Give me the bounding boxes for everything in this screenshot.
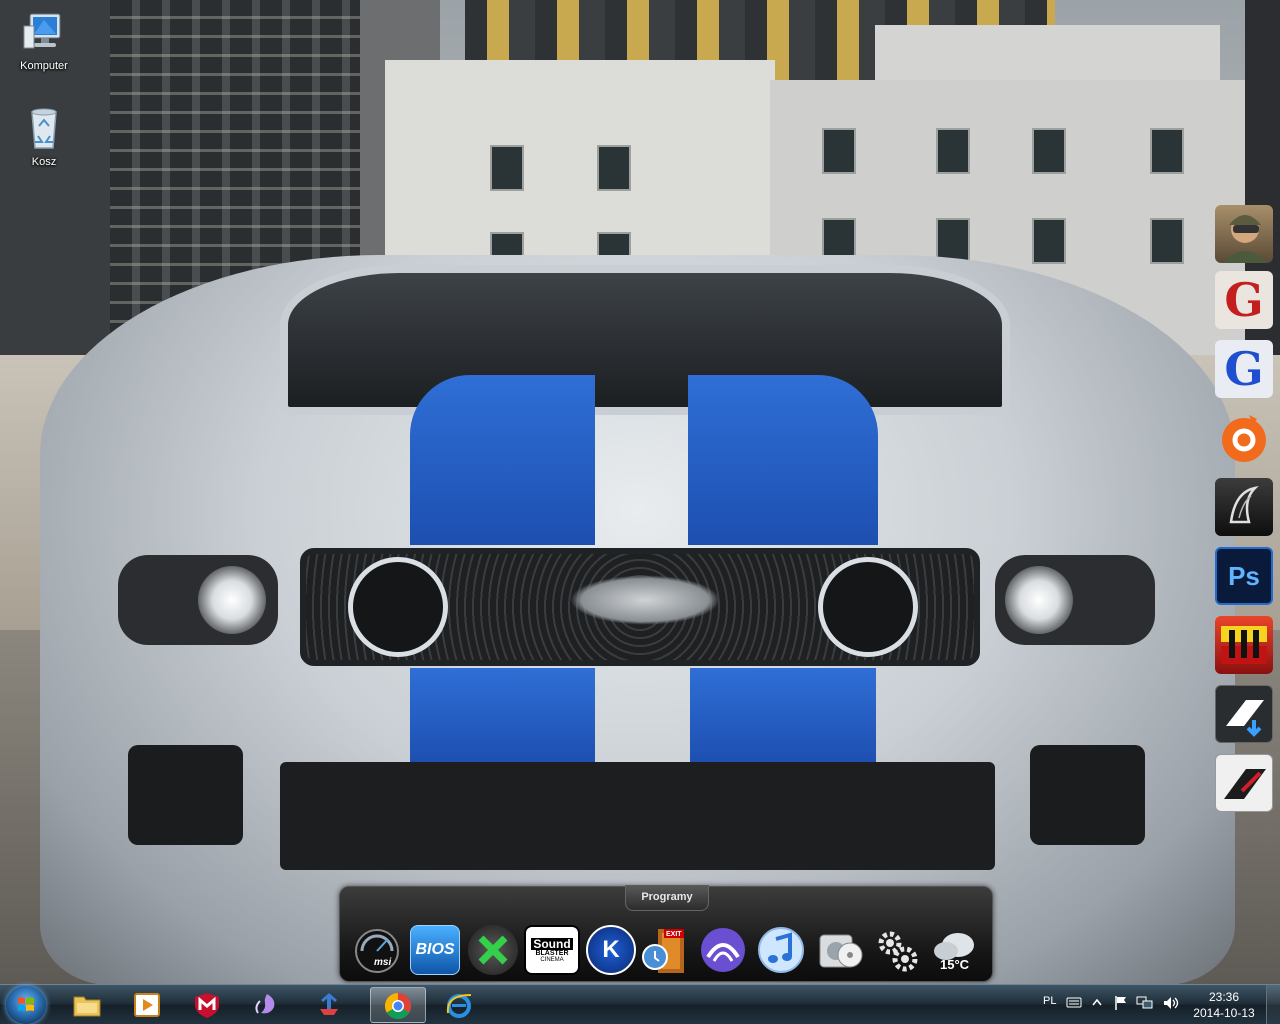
msi-afterburner-icon[interactable]: msi: [352, 925, 402, 975]
taskbar-ie-button[interactable]: [432, 987, 488, 1023]
taskbar-explorer-button[interactable]: [60, 987, 116, 1023]
media-player-classic-icon: [134, 993, 160, 1017]
taskbar-media-player-button[interactable]: [120, 987, 176, 1023]
gothic-g-blue-icon[interactable]: G: [1215, 340, 1273, 398]
mustang-logo: [570, 575, 720, 625]
car-side-vent: [1030, 745, 1145, 845]
recycle-bin-icon: [31, 108, 57, 149]
program-dock: Programy msi BIOS Sound BLASTER CINEMA K…: [339, 885, 993, 982]
desktop-icon-recycle-bin[interactable]: Kosz: [6, 106, 82, 168]
flag-icon[interactable]: [1114, 995, 1128, 1011]
car-stripe: [410, 375, 595, 545]
desktop-icon-label: Kosz: [31, 156, 57, 168]
desktop-wallpaper: [0, 0, 1280, 984]
show-hidden-icon[interactable]: [1092, 998, 1102, 1006]
nfs-download-icon[interactable]: [1215, 685, 1273, 743]
weather-icon[interactable]: 15°C: [930, 925, 980, 975]
start-button[interactable]: [6, 986, 46, 1024]
svg-text:msi: msi: [374, 957, 391, 968]
xbox-tool-icon[interactable]: [468, 925, 518, 975]
settings-gears-icon[interactable]: [872, 925, 922, 975]
taskbar: PL 23:36 2014-10-13: [0, 984, 1280, 1024]
itunes-icon[interactable]: [756, 925, 806, 975]
car-stripe: [688, 375, 878, 545]
internet-explorer-icon: [446, 994, 472, 1018]
background-building: [875, 25, 1220, 85]
bios-icon[interactable]: BIOS: [410, 925, 460, 975]
network-icon[interactable]: [1136, 995, 1154, 1011]
car-side-vent: [128, 745, 243, 845]
gothic-g-red-icon[interactable]: G: [1215, 271, 1273, 329]
nfs-icon[interactable]: [1215, 754, 1273, 812]
computer-icon: [23, 13, 61, 49]
dock-title: Programy: [625, 885, 709, 911]
photoshop-icon[interactable]: Ps: [1215, 547, 1273, 605]
bittorrent-icon[interactable]: [698, 925, 748, 975]
volume-icon[interactable]: [1162, 995, 1180, 1011]
car-headlight: [995, 555, 1155, 645]
windows-logo-icon: [18, 997, 34, 1011]
car-stripe: [690, 668, 876, 763]
car-windshield: [280, 265, 1010, 415]
chrome-icon: [384, 992, 412, 1020]
media-player-icon[interactable]: [814, 925, 864, 975]
taskbar-aion-button[interactable]: [240, 987, 296, 1023]
desktop-icon-computer[interactable]: Komputer: [6, 8, 82, 72]
keyboard-icon[interactable]: [1066, 995, 1082, 1009]
mcafee-icon: [195, 993, 219, 1018]
inkscape-icon[interactable]: [1215, 478, 1273, 536]
taskbar-network-tool-button[interactable]: [302, 987, 358, 1023]
sound-blaster-icon[interactable]: Sound BLASTER CINEMA: [524, 925, 580, 975]
car-headlight: [118, 555, 278, 645]
svg-text:EXIT: EXIT: [666, 931, 682, 938]
soldier-game-icon[interactable]: [1215, 205, 1273, 263]
desktop-icon-label: Komputer: [20, 60, 68, 72]
k-lite-icon[interactable]: K: [586, 925, 636, 975]
exit-icon[interactable]: EXIT: [640, 925, 690, 975]
car-stripe: [410, 668, 595, 763]
svg-text:15°C: 15°C: [940, 957, 970, 972]
explorer-folder-icon: [73, 996, 101, 1017]
taskbar-clock[interactable]: 23:36 2014-10-13: [1188, 989, 1260, 1021]
taskbar-mcafee-button[interactable]: [180, 987, 236, 1023]
clock-time: 23:36: [1208, 990, 1240, 1004]
taskbar-chrome-button[interactable]: [370, 987, 426, 1023]
language-indicator[interactable]: PL: [1043, 995, 1056, 1007]
car-lower-grille: [280, 762, 995, 870]
ten-seconds-game-icon[interactable]: [1215, 616, 1273, 674]
show-desktop-button[interactable]: [1266, 985, 1280, 1024]
aion-icon: [255, 994, 275, 1014]
clock-date: 2014-10-13: [1193, 1006, 1255, 1020]
networking-icon: [320, 993, 338, 1015]
origin-icon[interactable]: [1215, 409, 1273, 467]
